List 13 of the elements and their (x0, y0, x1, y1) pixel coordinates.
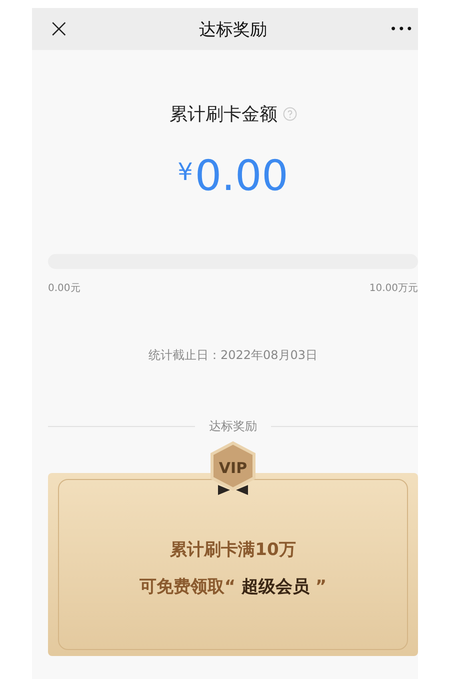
progress-max-label: 10.00万元 (369, 282, 418, 295)
total-amount: 0.00 (194, 152, 288, 200)
progress-min-label: 0.00元 (48, 282, 80, 295)
cutoff-date: 统计截止日：2022年08月03日 (147, 347, 319, 364)
total-label: 累计刷卡金额 (170, 103, 278, 126)
help-icon[interactable] (282, 107, 296, 121)
close-icon[interactable]: × (48, 16, 70, 42)
currency-symbol: ¥ (178, 158, 193, 186)
reward-condition: 累计刷卡满10万 (170, 538, 296, 560)
section-title: 达标奖励 (209, 418, 257, 435)
page-title: 达标奖励 (199, 18, 267, 40)
more-icon[interactable]: ••• (390, 22, 414, 36)
reward-description: 可免费领取“ 超级会员 ” (139, 576, 327, 598)
